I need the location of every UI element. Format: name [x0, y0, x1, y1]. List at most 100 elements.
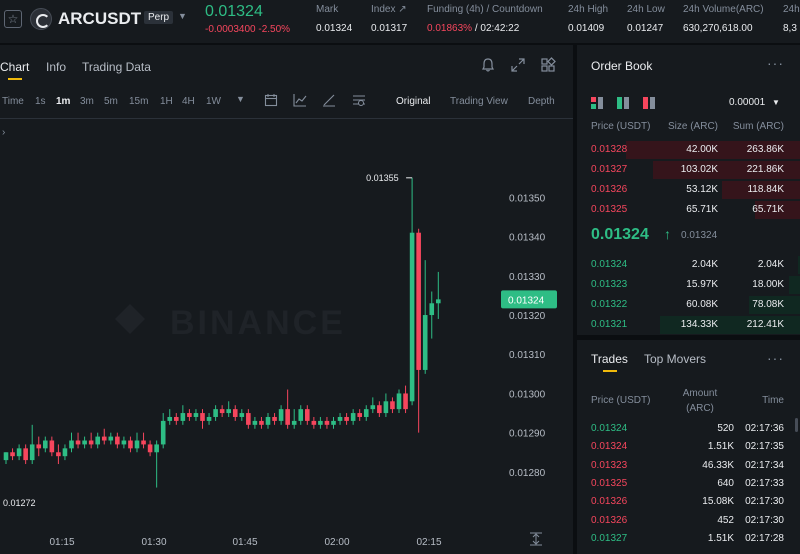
draw-icon[interactable]	[322, 93, 336, 107]
candle-body[interactable]	[305, 409, 310, 421]
candle-body[interactable]	[285, 409, 290, 425]
timeframe-1s[interactable]: 1s	[35, 96, 46, 107]
candle-body[interactable]	[363, 409, 369, 417]
candle-body[interactable]	[383, 401, 389, 414]
candle-body[interactable]	[193, 413, 199, 417]
candle-body[interactable]	[187, 413, 192, 417]
candle-body[interactable]	[167, 416, 173, 421]
candle-body[interactable]	[134, 440, 140, 449]
candle-body[interactable]	[95, 436, 100, 445]
candle-body[interactable]	[416, 232, 421, 370]
trade-row[interactable]: 0.01326 452 02:17:30	[577, 512, 800, 530]
candle-body[interactable]	[278, 409, 284, 421]
chart-canvas[interactable]: BINANCE 0.01280 0.01290 0.01300 0.01310 0.013…	[0, 119, 573, 554]
candle-body[interactable]	[246, 413, 251, 425]
tab-trades[interactable]: Trades	[591, 352, 628, 366]
candle-body[interactable]	[429, 303, 435, 316]
more-icon[interactable]: ···	[767, 55, 784, 71]
candle-body[interactable]	[377, 405, 382, 414]
indicator-icon[interactable]	[293, 93, 307, 107]
trade-row[interactable]: 0.01324 520 02:17:36	[577, 420, 800, 438]
trade-row[interactable]: 0.01323 46.33K 02:17:34	[577, 457, 800, 475]
candle-body[interactable]	[75, 440, 81, 445]
grid-icon[interactable]	[540, 57, 556, 73]
candle-body[interactable]	[16, 448, 22, 457]
candle-body[interactable]	[226, 409, 231, 414]
candle-body[interactable]	[206, 416, 212, 421]
timeframe-1h[interactable]: 1H	[160, 96, 173, 107]
candle-body[interactable]	[252, 420, 258, 425]
candle-body[interactable]	[29, 444, 35, 461]
timeframe-3m[interactable]: 3m	[80, 96, 94, 107]
candle-body[interactable]	[409, 232, 415, 402]
candle-body[interactable]	[101, 436, 107, 441]
candle-body[interactable]	[115, 436, 120, 445]
settings-icon[interactable]	[352, 93, 366, 107]
candle-body[interactable]	[344, 416, 349, 421]
candle-body[interactable]	[357, 413, 362, 417]
book-both-icon[interactable]	[591, 97, 603, 109]
trade-row[interactable]: 0.01326 15.08K 02:17:30	[577, 493, 800, 511]
chevron-down-icon[interactable]: ▼	[236, 94, 245, 104]
candle-body[interactable]	[232, 409, 238, 417]
candle-body[interactable]	[311, 420, 317, 425]
candle-body[interactable]	[337, 416, 343, 421]
tab-chart[interactable]: Chart	[0, 60, 29, 74]
calendar-icon[interactable]	[264, 93, 278, 107]
book-bids-icon[interactable]	[617, 97, 629, 109]
asks-row[interactable]: 0.01328 42.00K 263.86K	[577, 141, 800, 159]
candle-body[interactable]	[396, 393, 402, 410]
tab-info[interactable]: Info	[46, 60, 66, 74]
timeframe-time[interactable]: Time	[2, 96, 24, 107]
candle-body[interactable]	[56, 452, 61, 457]
more-icon[interactable]: ···	[767, 350, 784, 366]
asks-row[interactable]: 0.01326 53.12K 118.84K	[577, 181, 800, 199]
candle-body[interactable]	[180, 413, 186, 421]
candle-body[interactable]	[82, 440, 87, 445]
precision-select[interactable]: 0.00001 ▼	[729, 97, 780, 108]
candle-body[interactable]	[141, 440, 146, 445]
asks-row[interactable]: 0.01327 103.02K 221.86K	[577, 161, 800, 179]
candle-body[interactable]	[422, 315, 428, 370]
candle-body[interactable]	[62, 448, 68, 457]
candle-body[interactable]	[49, 440, 55, 453]
candle-body[interactable]	[219, 409, 225, 414]
candle-body[interactable]	[108, 436, 114, 441]
candle-body[interactable]	[213, 409, 218, 417]
candle-body[interactable]	[318, 420, 323, 425]
candle-body[interactable]	[324, 420, 330, 425]
candle-body[interactable]	[291, 420, 297, 425]
expand-icon[interactable]	[510, 57, 526, 73]
tab-trading-data[interactable]: Trading Data	[82, 60, 151, 74]
candle-body[interactable]	[23, 448, 28, 461]
collapse-arrow-icon[interactable]: ›	[2, 127, 5, 138]
chevron-down-icon[interactable]: ▼	[178, 11, 187, 21]
book-asks-icon[interactable]	[643, 97, 655, 109]
candle-body[interactable]	[390, 401, 395, 410]
asks-row[interactable]: 0.01325 65.71K 65.71K	[577, 201, 800, 219]
candle-body[interactable]	[370, 405, 376, 410]
view-trading-view[interactable]: Trading View	[450, 96, 508, 107]
bids-row[interactable]: 0.01323 15.97K 18.00K	[577, 276, 800, 294]
candle-body[interactable]	[10, 452, 15, 457]
trade-row[interactable]: 0.01324 1.51K 02:17:35	[577, 438, 800, 456]
trade-row[interactable]: 0.01325 640 02:17:33	[577, 475, 800, 493]
candle-body[interactable]	[128, 440, 133, 449]
scale-icon[interactable]	[530, 532, 542, 546]
candle-body[interactable]	[174, 416, 179, 421]
candle-body[interactable]	[36, 444, 42, 449]
scrollbar[interactable]	[795, 418, 798, 432]
candle-body[interactable]	[331, 420, 336, 425]
bell-icon[interactable]	[480, 57, 496, 73]
candlestick-chart[interactable]: BINANCE 0.01280 0.01290 0.01300 0.01310 0.013…	[0, 118, 573, 554]
view-original[interactable]: Original	[396, 96, 430, 107]
candle-body[interactable]	[160, 420, 166, 445]
candle-body[interactable]	[272, 416, 277, 421]
bids-row[interactable]: 0.01322 60.08K 78.08K	[577, 296, 800, 314]
candle-body[interactable]	[69, 440, 74, 449]
candle-body[interactable]	[436, 299, 441, 304]
candle-body[interactable]	[350, 413, 356, 421]
timeframe-1w[interactable]: 1W	[206, 96, 221, 107]
candle-body[interactable]	[298, 409, 304, 421]
bids-row[interactable]: 0.01321 134.33K 212.41K	[577, 316, 800, 334]
